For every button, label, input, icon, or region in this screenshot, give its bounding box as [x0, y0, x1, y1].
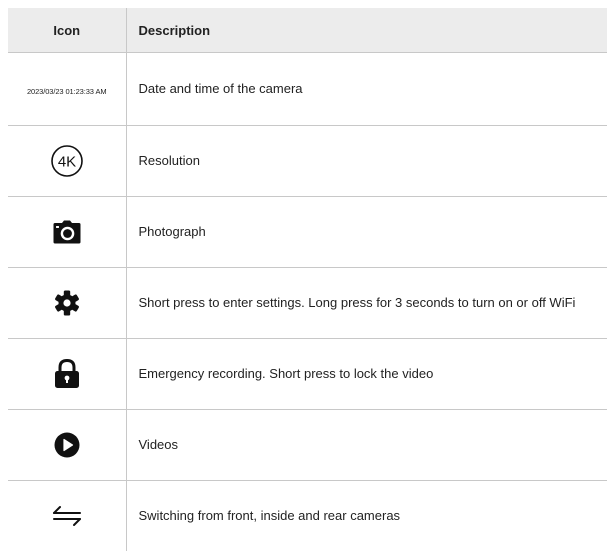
icon-column-header: Icon	[8, 8, 127, 53]
play-icon	[54, 432, 80, 458]
description-cell: Photograph	[126, 196, 607, 268]
icon-cell	[8, 267, 127, 339]
description-cell: Emergency recording. Short press to lock…	[126, 338, 607, 410]
description-cell: Date and time of the camera	[126, 52, 607, 126]
switch-arrows-icon	[52, 506, 81, 526]
description-column-header: Description	[126, 8, 607, 53]
description-cell: Short press to enter settings. Long pres…	[126, 267, 607, 339]
4k-label: 4K	[58, 154, 76, 171]
camera-icon	[53, 220, 81, 244]
table-row: Switching from front, inside and rear ca…	[8, 480, 607, 551]
description-cell: Resolution	[126, 125, 607, 197]
lock-icon	[54, 359, 79, 388]
icon-cell	[8, 409, 127, 481]
icon-cell	[8, 196, 127, 268]
description-cell: Videos	[126, 409, 607, 481]
icon-cell	[8, 338, 127, 410]
4k-resolution-icon: 4K	[50, 145, 83, 177]
table-row: 2023/03/23 01:23:33 AM Date and time of …	[8, 52, 607, 126]
table-row: Videos	[8, 409, 607, 481]
gear-icon	[54, 290, 79, 316]
icon-description-table: Icon Description 2023/03/23 01:23:33 AM …	[8, 8, 607, 551]
icon-cell: 2023/03/23 01:23:33 AM	[8, 52, 127, 126]
table-row: Photograph	[8, 196, 607, 268]
description-cell: Switching from front, inside and rear ca…	[138, 508, 401, 523]
table-row: 4K Resolution	[8, 125, 607, 197]
table-row: Emergency recording. Short press to lock…	[8, 338, 607, 410]
table-header-row: Icon Description	[8, 8, 607, 53]
icon-cell	[8, 480, 127, 551]
icon-cell: 4K	[8, 125, 127, 197]
table-row: Short press to enter settings. Long pres…	[8, 267, 607, 339]
datetime-display: 2023/03/23 01:23:33 AM	[26, 86, 107, 96]
